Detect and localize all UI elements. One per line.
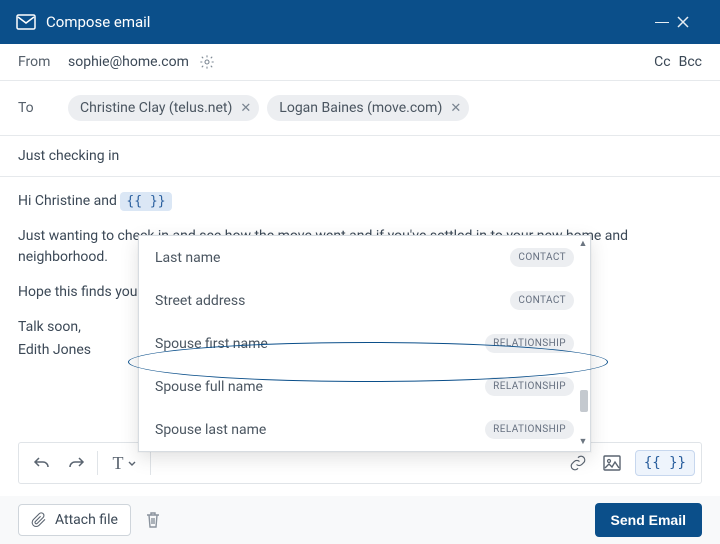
dropdown-item[interactable]: Spouse last name RELATIONSHIP (139, 408, 590, 451)
dropdown-item[interactable]: Spouse first name RELATIONSHIP (139, 322, 590, 365)
dropdown-item-badge: RELATIONSHIP (485, 334, 574, 353)
insert-merge-field-button[interactable]: {{ }} (635, 450, 695, 476)
text-style-button[interactable]: T (102, 448, 146, 478)
dropdown-item-label: Last name (155, 250, 220, 266)
recipient-chip-text: Logan Baines (move.com) (279, 100, 442, 116)
dropdown-item[interactable]: Street address CONTACT (139, 279, 590, 322)
window-title: Compose email (46, 13, 150, 31)
merge-field-dropdown: Last name CONTACT Street address CONTACT… (138, 235, 591, 452)
body-greeting: Hi Christine and (18, 193, 120, 209)
delete-draft-button[interactable] (145, 511, 161, 529)
mail-icon (16, 14, 36, 30)
merge-token[interactable]: {{ }} (120, 192, 171, 211)
dropdown-item-badge: RELATIONSHIP (485, 420, 574, 439)
dropdown-item[interactable]: Last name CONTACT (139, 236, 590, 279)
dropdown-scrollbar[interactable]: ▲ ▼ (578, 240, 588, 447)
gear-icon[interactable] (199, 54, 215, 70)
to-label: To (18, 100, 68, 116)
remove-recipient-icon[interactable]: ✕ (240, 101, 251, 116)
dropdown-item-label: Spouse first name (155, 336, 268, 352)
dropdown-item[interactable]: Spouse full name RELATIONSHIP (139, 365, 590, 408)
recipient-chip-text: Christine Clay (telus.net) (80, 100, 232, 116)
dropdown-item-badge: RELATIONSHIP (485, 377, 574, 396)
redo-button[interactable] (59, 448, 93, 478)
recipient-chip[interactable]: Logan Baines (move.com) ✕ (267, 95, 469, 121)
scroll-thumb[interactable] (580, 390, 588, 412)
titlebar: Compose email (0, 0, 720, 44)
scroll-down-arrow[interactable]: ▼ (578, 438, 588, 447)
attach-file-label: Attach file (55, 512, 118, 528)
send-email-button[interactable]: Send Email (595, 503, 702, 537)
attach-file-button[interactable]: Attach file (18, 504, 131, 536)
scroll-up-arrow[interactable]: ▲ (578, 240, 588, 249)
undo-button[interactable] (25, 448, 59, 478)
bcc-button[interactable]: Bcc (679, 54, 702, 70)
remove-recipient-icon[interactable]: ✕ (450, 101, 461, 116)
from-row: From sophie@home.com Cc Bcc (0, 44, 720, 81)
close-button[interactable] (676, 15, 704, 29)
from-address[interactable]: sophie@home.com (68, 54, 189, 70)
dropdown-item-badge: CONTACT (510, 291, 574, 310)
paperclip-icon (31, 512, 47, 528)
footer: Attach file Send Email (0, 496, 720, 544)
to-row: To Christine Clay (telus.net) ✕ Logan Ba… (0, 81, 720, 136)
link-button[interactable] (561, 448, 595, 478)
minimize-button[interactable] (648, 12, 676, 33)
subject-field[interactable]: Just checking in (0, 136, 720, 177)
from-label: From (18, 54, 68, 70)
dropdown-item-label: Spouse last name (155, 422, 266, 438)
dropdown-item-label: Street address (155, 293, 245, 309)
dropdown-item-label: Spouse full name (155, 379, 263, 395)
subject-text: Just checking in (18, 148, 119, 164)
cc-button[interactable]: Cc (654, 54, 670, 70)
dropdown-item-badge: CONTACT (510, 248, 574, 267)
recipient-chip[interactable]: Christine Clay (telus.net) ✕ (68, 95, 259, 121)
image-button[interactable] (595, 448, 629, 478)
